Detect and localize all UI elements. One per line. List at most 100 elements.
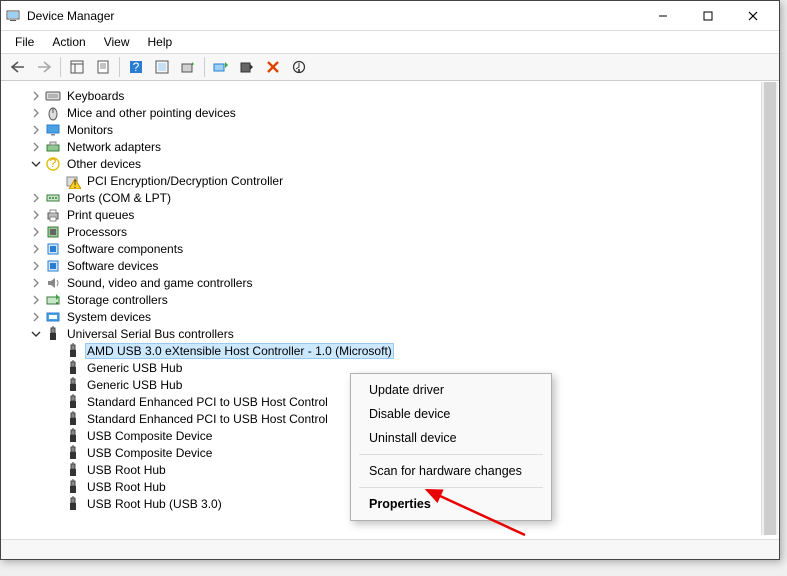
chevron-right-icon[interactable] bbox=[29, 89, 43, 103]
update-driver-button[interactable] bbox=[208, 55, 234, 79]
tree-node[interactable]: Processors bbox=[9, 223, 779, 240]
menubar: File Action View Help bbox=[1, 31, 779, 53]
menu-action[interactable]: Action bbox=[44, 33, 93, 51]
tree-node-label: Software devices bbox=[65, 259, 160, 273]
svg-text:?: ? bbox=[50, 156, 57, 170]
chevron-down-icon[interactable] bbox=[29, 157, 43, 171]
disable-device-button[interactable] bbox=[234, 55, 260, 79]
usb-icon bbox=[65, 462, 81, 478]
tree-node-label: AMD USB 3.0 eXtensible Host Controller -… bbox=[85, 343, 394, 359]
chevron-right-icon[interactable] bbox=[29, 208, 43, 222]
tree-node-label: PCI Encryption/Decryption Controller bbox=[85, 174, 285, 188]
tree-node[interactable]: Storage controllers bbox=[9, 291, 779, 308]
back-button[interactable] bbox=[5, 55, 31, 79]
scrollbar-thumb[interactable] bbox=[764, 82, 776, 535]
toolbar-separator bbox=[119, 57, 120, 77]
tree-node[interactable]: ! PCI Encryption/Decryption Controller bbox=[9, 172, 779, 189]
tree-node[interactable]: ? Other devices bbox=[9, 155, 779, 172]
chevron-right-icon[interactable] bbox=[29, 242, 43, 256]
svg-text:?: ? bbox=[133, 60, 140, 74]
ctx-update-driver[interactable]: Update driver bbox=[351, 378, 551, 402]
context-menu: Update driver Disable device Uninstall d… bbox=[350, 373, 552, 521]
tree-node-label: Standard Enhanced PCI to USB Host Contro… bbox=[85, 395, 330, 409]
tree-node[interactable]: Mice and other pointing devices bbox=[9, 104, 779, 121]
toolbar-separator bbox=[204, 57, 205, 77]
menu-view[interactable]: View bbox=[96, 33, 138, 51]
chevron-right-icon[interactable] bbox=[29, 310, 43, 324]
tree-node-label: Standard Enhanced PCI to USB Host Contro… bbox=[85, 412, 330, 426]
ctx-uninstall-device[interactable]: Uninstall device bbox=[351, 426, 551, 450]
tree-node-label: USB Composite Device bbox=[85, 429, 214, 443]
tree-node-label: USB Root Hub bbox=[85, 480, 168, 494]
tree-node[interactable]: Keyboards bbox=[9, 87, 779, 104]
tree-node-label: USB Root Hub (USB 3.0) bbox=[85, 497, 224, 511]
uninstall-device-button[interactable] bbox=[260, 55, 286, 79]
tree-node[interactable]: Software components bbox=[9, 240, 779, 257]
tree-node[interactable]: Monitors bbox=[9, 121, 779, 138]
usb-icon bbox=[65, 496, 81, 512]
menu-help[interactable]: Help bbox=[140, 33, 181, 51]
tree-node-label: Processors bbox=[65, 225, 129, 239]
tree-node-label: System devices bbox=[65, 310, 153, 324]
properties-button[interactable] bbox=[90, 55, 116, 79]
tree-node-label: Universal Serial Bus controllers bbox=[65, 327, 236, 341]
software-icon bbox=[45, 258, 61, 274]
printer-icon bbox=[45, 207, 61, 223]
chevron-right-icon[interactable] bbox=[29, 293, 43, 307]
chevron-right-icon[interactable] bbox=[29, 140, 43, 154]
ctx-disable-device[interactable]: Disable device bbox=[351, 402, 551, 426]
tree-node[interactable]: Sound, video and game controllers bbox=[9, 274, 779, 291]
device-options-button[interactable] bbox=[286, 55, 312, 79]
storage-icon bbox=[45, 292, 61, 308]
maximize-button[interactable] bbox=[685, 1, 730, 31]
ctx-scan-hardware[interactable]: Scan for hardware changes bbox=[351, 459, 551, 483]
status-bar bbox=[1, 539, 779, 559]
ctx-properties[interactable]: Properties bbox=[351, 492, 551, 516]
chevron-right-icon[interactable] bbox=[29, 106, 43, 120]
tree-node[interactable]: Universal Serial Bus controllers bbox=[9, 325, 779, 342]
tree-node[interactable]: Ports (COM & LPT) bbox=[9, 189, 779, 206]
audio-icon bbox=[45, 275, 61, 291]
usb-icon bbox=[65, 428, 81, 444]
tree-node-label: Generic USB Hub bbox=[85, 361, 184, 375]
tree-node-label: Generic USB Hub bbox=[85, 378, 184, 392]
tree-node-label: Other devices bbox=[65, 157, 143, 171]
chevron-right-icon[interactable] bbox=[29, 276, 43, 290]
tree-node-label: Mice and other pointing devices bbox=[65, 106, 238, 120]
cpu-icon bbox=[45, 224, 61, 240]
forward-button[interactable] bbox=[31, 55, 57, 79]
toolbar: ? bbox=[1, 53, 779, 81]
mouse-icon bbox=[45, 105, 61, 121]
toolbar-separator bbox=[60, 57, 61, 77]
scan-hardware-button[interactable] bbox=[149, 55, 175, 79]
chevron-down-icon[interactable] bbox=[29, 327, 43, 341]
show-hide-console-button[interactable] bbox=[64, 55, 90, 79]
question-icon: ? bbox=[45, 156, 61, 172]
ctx-separator bbox=[359, 454, 543, 455]
usb-icon bbox=[65, 411, 81, 427]
minimize-button[interactable] bbox=[640, 1, 685, 31]
window-title: Device Manager bbox=[27, 9, 114, 23]
tree-node[interactable]: Print queues bbox=[9, 206, 779, 223]
network-icon bbox=[45, 139, 61, 155]
usb-icon bbox=[65, 445, 81, 461]
chevron-right-icon[interactable] bbox=[29, 259, 43, 273]
tree-node[interactable]: System devices bbox=[9, 308, 779, 325]
system-icon bbox=[45, 309, 61, 325]
tree-node[interactable]: Software devices bbox=[9, 257, 779, 274]
vertical-scrollbar[interactable] bbox=[761, 82, 778, 535]
chevron-right-icon[interactable] bbox=[29, 225, 43, 239]
chevron-right-icon[interactable] bbox=[29, 123, 43, 137]
port-icon bbox=[45, 190, 61, 206]
help-button[interactable]: ? bbox=[123, 55, 149, 79]
tree-node[interactable]: AMD USB 3.0 eXtensible Host Controller -… bbox=[9, 342, 779, 359]
tree-node-label: Software components bbox=[65, 242, 185, 256]
keyboard-icon bbox=[45, 88, 61, 104]
close-button[interactable] bbox=[730, 1, 775, 31]
tree-node[interactable]: Network adapters bbox=[9, 138, 779, 155]
chevron-right-icon[interactable] bbox=[29, 191, 43, 205]
menu-file[interactable]: File bbox=[7, 33, 42, 51]
svg-text:!: ! bbox=[73, 177, 76, 189]
add-legacy-hardware-button[interactable] bbox=[175, 55, 201, 79]
tree-node-label: USB Root Hub bbox=[85, 463, 168, 477]
